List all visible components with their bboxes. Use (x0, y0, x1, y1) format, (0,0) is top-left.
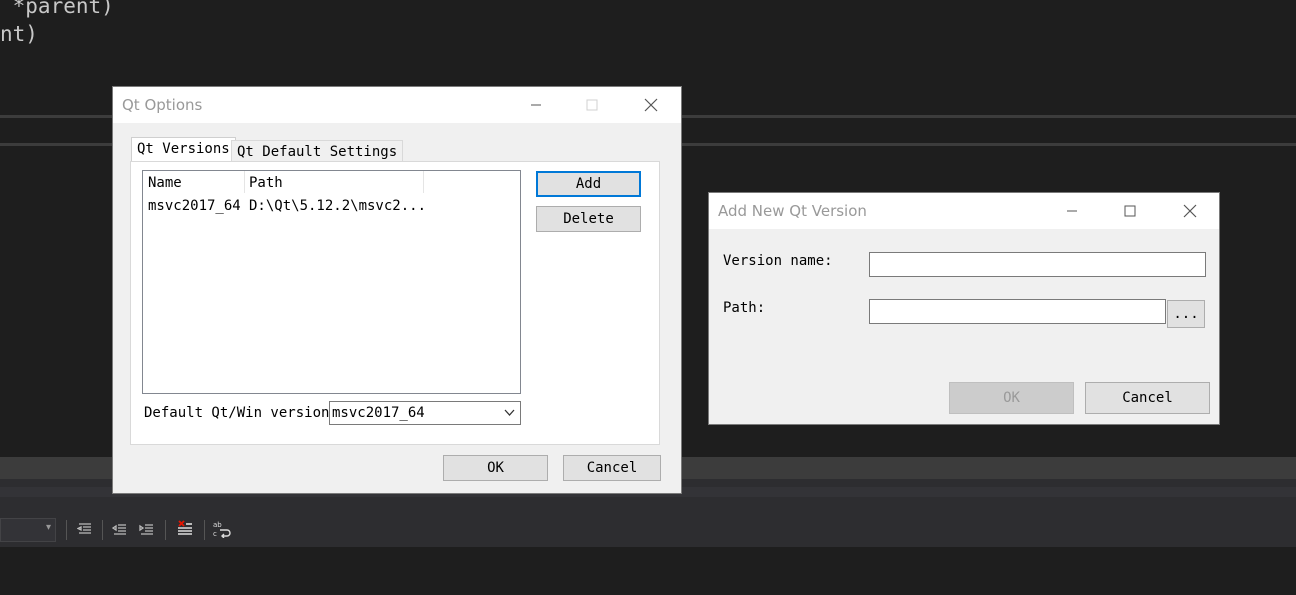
minimize-icon (531, 104, 541, 106)
toolbar-separator (66, 520, 67, 540)
column-header-name[interactable]: Name (148, 175, 182, 191)
column-header-path[interactable]: Path (249, 175, 283, 191)
cancel-button[interactable]: Cancel (563, 455, 661, 481)
default-version-select[interactable]: msvc2017_64 (329, 401, 521, 425)
row-path: D:\Qt\5.12.2\msvc2... (249, 198, 427, 214)
maximize-button[interactable] (1107, 193, 1153, 229)
tab-qt-default-settings[interactable]: Qt Default Settings (231, 140, 404, 162)
qt-options-dialog: Qt Options Qt Versions Qt Default Settin… (112, 86, 682, 494)
browse-button[interactable]: ... (1167, 300, 1205, 328)
version-name-field[interactable] (869, 252, 1206, 277)
minimize-button[interactable] (1049, 193, 1095, 229)
maximize-icon (586, 99, 598, 111)
close-button[interactable] (628, 87, 674, 123)
toolbar-separator (204, 520, 205, 540)
cancel-button[interactable]: Cancel (1085, 382, 1210, 414)
default-version-value: msvc2017_64 (332, 405, 425, 421)
output-source-dropdown[interactable]: ▾ (0, 518, 56, 542)
column-divider (423, 171, 424, 193)
code-line-2: nt) (0, 22, 38, 46)
tab-qt-versions[interactable]: Qt Versions (131, 137, 236, 162)
title-bar: Add New Qt Version (709, 193, 1219, 229)
close-icon (1183, 204, 1197, 218)
column-divider (244, 171, 245, 193)
code-line-1: *parent) (0, 0, 114, 18)
svg-text:c: c (213, 530, 217, 538)
version-name-label: Version name: (723, 253, 833, 269)
maximize-icon (1124, 205, 1136, 217)
title-bar: Qt Options (113, 87, 681, 123)
outdent-icon[interactable] (75, 518, 95, 540)
toolbar-separator (102, 520, 103, 540)
dropdown-arrow-icon: ▾ (45, 522, 51, 533)
svg-text:ab: ab (213, 521, 222, 529)
toolbar-separator (165, 520, 166, 540)
maximize-button[interactable] (569, 87, 615, 123)
close-button[interactable] (1167, 193, 1213, 229)
table-row[interactable]: msvc2017_64 D:\Qt\5.12.2\msvc2... (143, 195, 520, 217)
add-qt-version-dialog: Add New Qt Version Version name: Path: .… (708, 192, 1220, 425)
path-field[interactable] (869, 299, 1166, 324)
word-wrap-icon[interactable]: ab c (212, 518, 232, 540)
path-label: Path: (723, 300, 766, 316)
row-name: msvc2017_64 (148, 198, 241, 214)
indent-icon[interactable] (137, 518, 157, 540)
dialog-title: Qt Options (122, 96, 203, 114)
tab-panel: Name Path msvc2017_64 D:\Qt\5.12.2\msvc2… (130, 161, 660, 445)
ok-button[interactable]: OK (443, 455, 548, 481)
minimize-button[interactable] (513, 87, 559, 123)
add-button[interactable]: Add (536, 171, 641, 197)
default-version-label: Default Qt/Win version: (144, 405, 338, 421)
list-header: Name Path (143, 171, 520, 195)
chevron-down-icon (504, 409, 515, 416)
minimize-icon (1067, 210, 1077, 212)
outdent-icon[interactable] (110, 518, 130, 540)
dialog-title: Add New Qt Version (718, 202, 867, 220)
delete-button[interactable]: Delete (536, 206, 641, 232)
remove-breakpoints-icon[interactable] (175, 518, 195, 540)
qt-versions-list[interactable]: Name Path msvc2017_64 D:\Qt\5.12.2\msvc2… (142, 170, 521, 394)
close-icon (644, 98, 658, 112)
ok-button[interactable]: OK (949, 382, 1074, 414)
